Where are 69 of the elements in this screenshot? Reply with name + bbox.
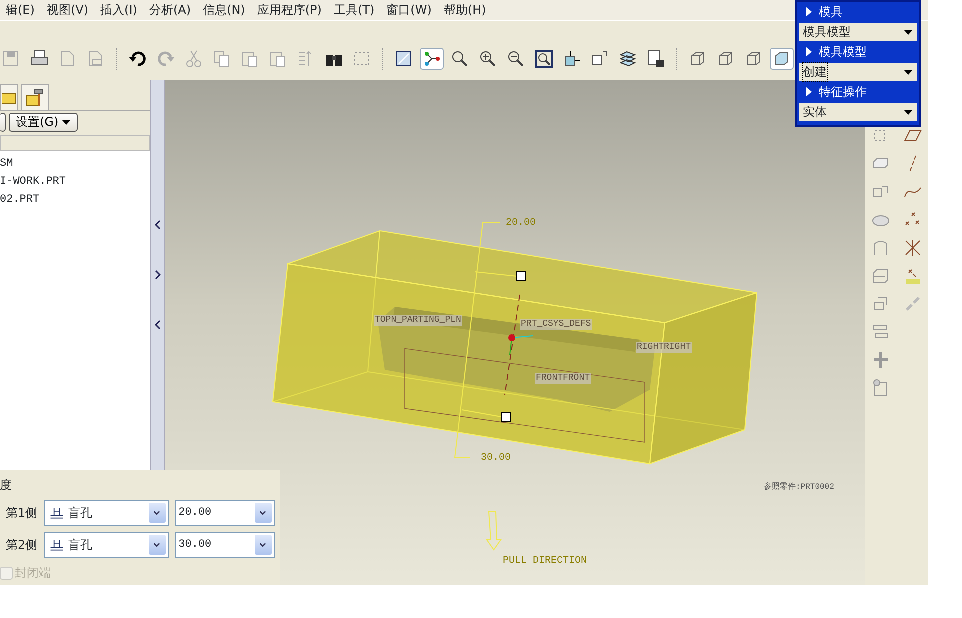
zoom-out-icon[interactable]: [507, 50, 525, 68]
depth-type-dropdown[interactable]: 盲孔: [44, 500, 169, 526]
menu-item[interactable]: 插入(I): [94, 1, 144, 19]
menu-item[interactable]: 应用程序(P): [251, 1, 328, 19]
cube-icon[interactable]: [745, 50, 763, 68]
pull-direction-arrow-icon: [486, 512, 502, 551]
caret-icon: [904, 70, 913, 74]
datum-label: TOPN_PARTING_PLN: [374, 315, 462, 326]
table-camera-icon[interactable]: [647, 50, 665, 68]
menu-dropdown[interactable]: 实体: [799, 103, 917, 121]
menu-header-label: 模具: [819, 4, 843, 21]
printer-icon[interactable]: [31, 50, 49, 68]
datum-label: PRT_CSYS_DEFS: [520, 319, 592, 330]
hidden-line-cube-icon[interactable]: [717, 50, 735, 68]
datum-label: FRONTFRONT: [535, 373, 592, 384]
reference-part-label: 参照零件:PRT0002: [763, 482, 836, 493]
drag-handle[interactable]: [502, 412, 512, 422]
zoom-in-icon[interactable]: [479, 50, 497, 68]
closed-ends-label: 封闭端: [15, 565, 51, 582]
coordinate-system-icon[interactable]: [904, 239, 922, 257]
menu-header[interactable]: 模具模型: [799, 42, 917, 62]
undo-icon[interactable]: [129, 50, 147, 68]
section-label: 度: [0, 477, 13, 494]
folder-hammer-icon: [25, 88, 45, 108]
dimension-value: 20.00: [506, 217, 536, 231]
caret-icon: [904, 30, 913, 34]
menu-header-label: 模具模型: [819, 44, 867, 61]
menu-item[interactable]: 信息(N): [197, 1, 252, 19]
menu-dropdown[interactable]: 模具模型: [799, 23, 917, 41]
depth-value-field[interactable]: 30.00: [174, 532, 275, 558]
menu-item[interactable]: 窗口(W): [380, 1, 438, 19]
tools-tab[interactable]: [21, 84, 49, 110]
datum-label: RIGHTRIGHT: [636, 342, 692, 353]
menu-header[interactable]: 模具: [799, 2, 917, 22]
side-label: 第2侧: [6, 537, 38, 554]
menu-dropdown[interactable]: 创建: [799, 63, 917, 81]
triangle-icon: [805, 86, 813, 98]
dimension-value: 30.00: [481, 452, 512, 466]
shaded-cube-icon: [773, 50, 791, 68]
menu-item[interactable]: 工具(T): [328, 1, 381, 19]
toggle-button[interactable]: [770, 48, 794, 70]
tree-view-button[interactable]: [0, 113, 6, 132]
caret-icon: [904, 110, 913, 114]
csys-axes-icon: [508, 334, 534, 356]
tree-item[interactable]: I-WORK.PRT: [0, 173, 150, 191]
caret-icon: [62, 120, 72, 126]
depth-type-dropdown[interactable]: 盲孔: [44, 532, 169, 558]
zoom-fit-icon[interactable]: [535, 50, 553, 68]
folder-icon: [2, 90, 16, 104]
pull-direction-label: PULL DIRECTION: [503, 555, 588, 569]
menu-item[interactable]: 帮助(H): [438, 1, 492, 19]
wireframe-cube-icon[interactable]: [689, 50, 707, 68]
depth-value-field[interactable]: 20.00: [174, 500, 275, 526]
toggle-button[interactable]: [420, 48, 444, 70]
side-label: 第1侧: [6, 505, 38, 522]
tree-item[interactable]: 02.PRT: [0, 191, 150, 209]
datum-points-icon: [423, 50, 441, 68]
layers-icon[interactable]: [619, 50, 637, 68]
settings-button[interactable]: 设置(G): [9, 113, 78, 132]
triangle-icon: [805, 46, 813, 58]
orient-icon[interactable]: [563, 50, 581, 68]
menu-item[interactable]: 分析(A): [143, 1, 198, 19]
drag-handle[interactable]: [516, 272, 526, 282]
menu-item[interactable]: 视图(V): [40, 1, 95, 19]
triangle-icon: [805, 6, 813, 18]
menu-header-label: 特征操作: [819, 84, 867, 101]
menu-item[interactable]: 辑(E): [0, 1, 41, 19]
folder-tab[interactable]: [0, 84, 18, 110]
tree-item[interactable]: SM: [0, 155, 150, 173]
